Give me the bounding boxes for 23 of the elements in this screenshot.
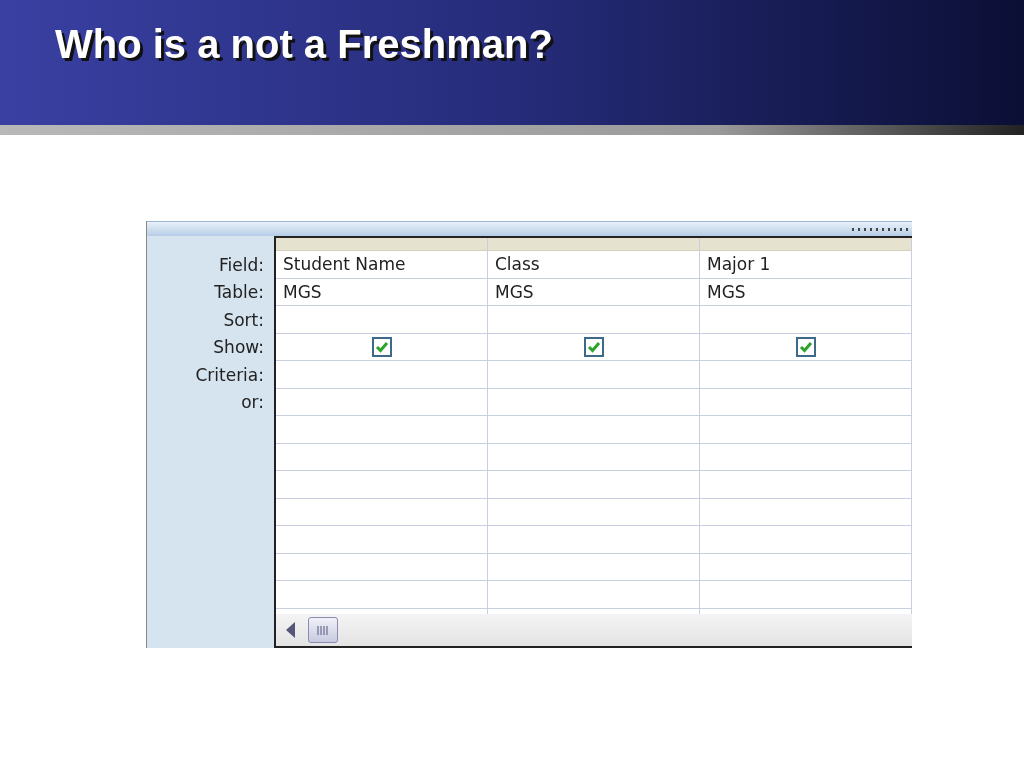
show-checkbox[interactable] bbox=[795, 336, 816, 357]
row-label: Table: bbox=[214, 282, 264, 303]
field-cell[interactable]: Class bbox=[495, 254, 540, 275]
show-checkbox[interactable] bbox=[371, 336, 392, 357]
table-cell[interactable]: MGS bbox=[283, 281, 322, 302]
field-cell[interactable]: Major 1 bbox=[707, 254, 771, 275]
row-label: Show: bbox=[213, 337, 264, 358]
horizontal-scrollbar[interactable] bbox=[276, 614, 912, 646]
slide-title: Who is a not a Freshman? bbox=[55, 21, 553, 68]
row-label: Field: bbox=[219, 254, 264, 275]
check-icon bbox=[374, 340, 389, 353]
table-cell[interactable]: MGS bbox=[495, 281, 534, 302]
splitter-grip-icon[interactable] bbox=[852, 227, 908, 231]
field-cell[interactable]: Student Name bbox=[283, 254, 406, 275]
row-label: Sort: bbox=[223, 309, 264, 330]
check-icon bbox=[798, 340, 813, 353]
show-checkbox[interactable] bbox=[583, 336, 604, 357]
row-label: or: bbox=[241, 392, 264, 413]
row-label: Criteria: bbox=[195, 364, 264, 385]
check-icon bbox=[586, 340, 601, 353]
scroll-thumb[interactable] bbox=[308, 617, 338, 643]
scroll-left-icon[interactable] bbox=[286, 622, 296, 638]
table-cell[interactable]: MGS bbox=[707, 281, 746, 302]
